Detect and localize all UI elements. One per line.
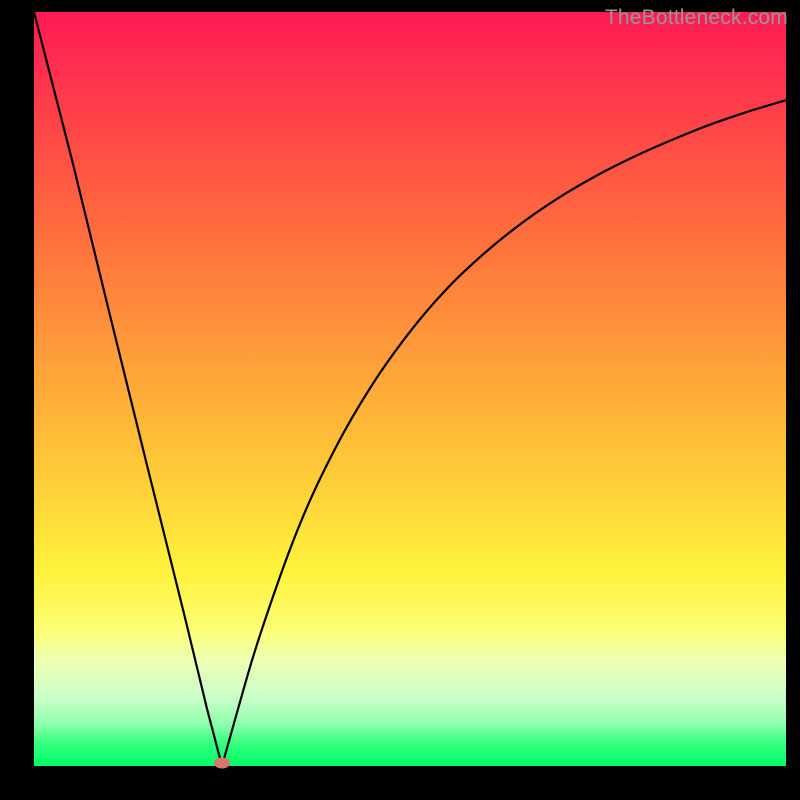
bottleneck-curve [34, 12, 786, 766]
curve-layer [34, 12, 786, 766]
minimum-marker [214, 758, 230, 769]
plot-area [34, 12, 786, 766]
chart-frame: TheBottleneck.com [0, 0, 800, 800]
watermark-text: TheBottleneck.com [605, 6, 788, 30]
